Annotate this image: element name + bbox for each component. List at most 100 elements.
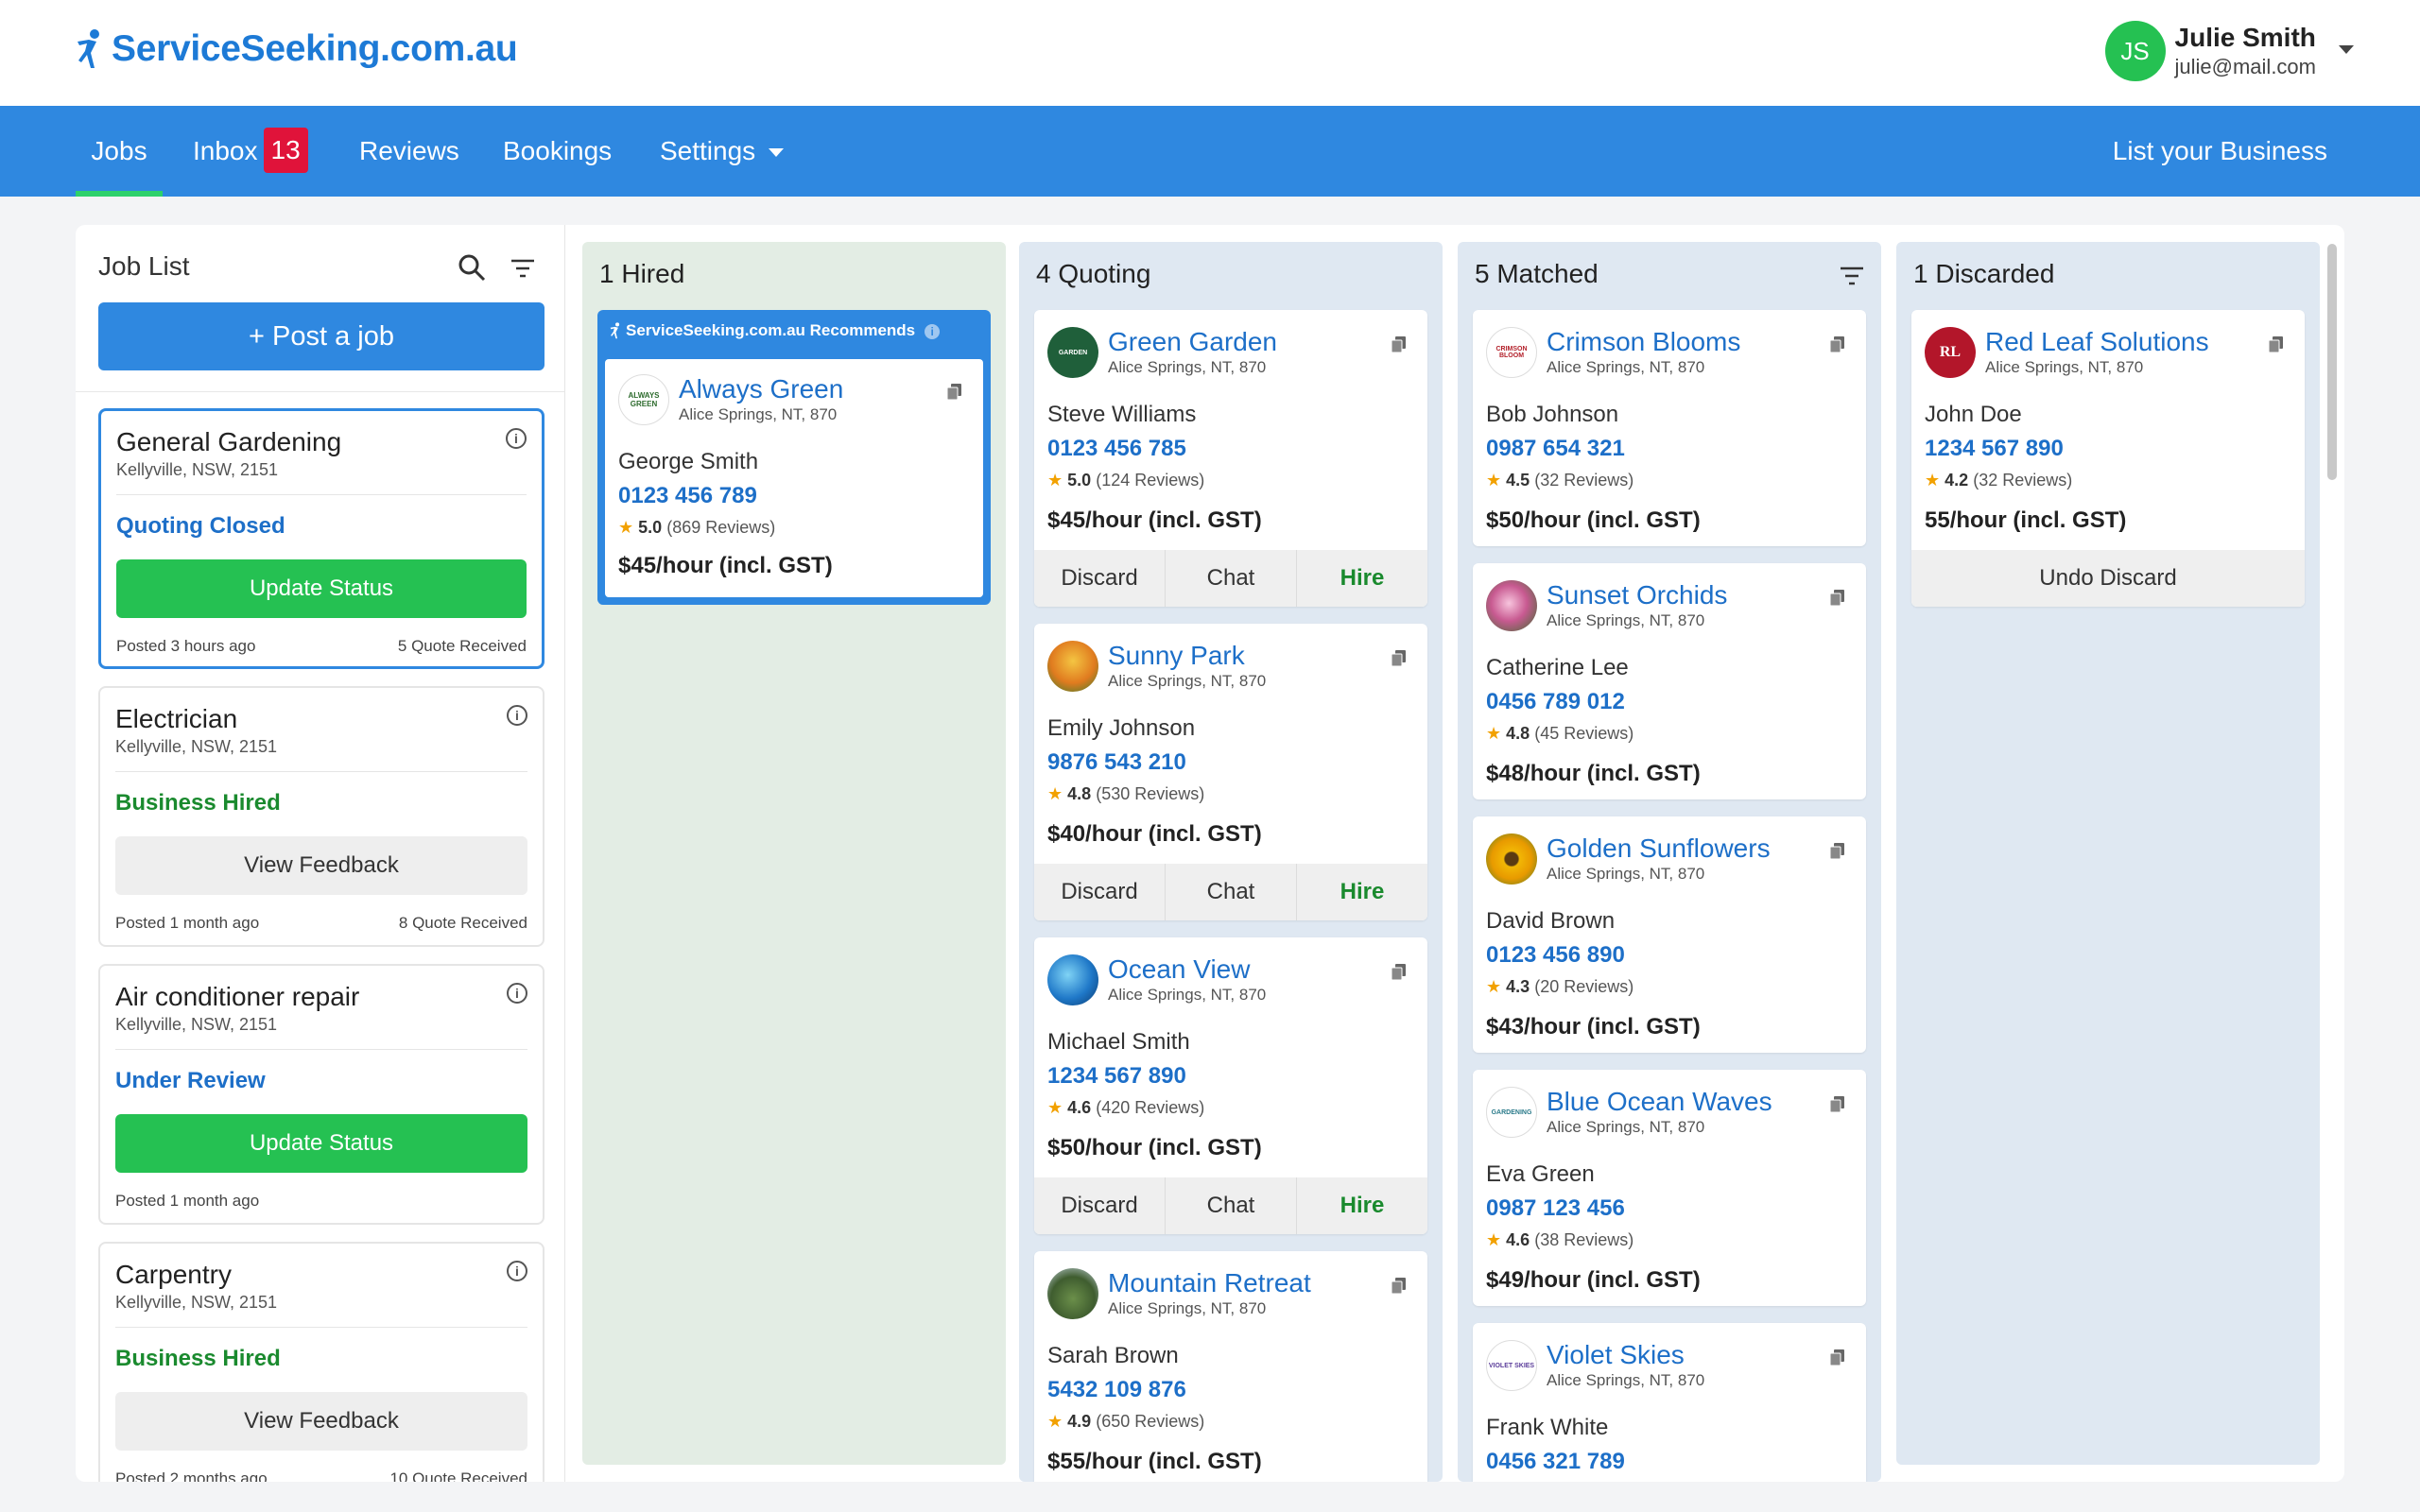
job-title: General Gardening — [116, 427, 342, 456]
business-card[interactable]: Golden Sunflowers Alice Springs, NT, 870… — [1473, 816, 1866, 1053]
hire-button[interactable]: Hire — [1297, 1177, 1427, 1234]
info-icon[interactable]: i — [925, 324, 941, 339]
business-name[interactable]: Mountain Retreat — [1108, 1268, 1311, 1298]
post-job-button[interactable]: + Post a job — [98, 302, 544, 370]
business-name[interactable]: Sunset Orchids — [1547, 580, 1727, 610]
business-name[interactable]: Violet Skies — [1547, 1340, 1704, 1370]
business-name[interactable]: Green Garden — [1108, 327, 1277, 357]
job-title: Carpentry — [115, 1260, 232, 1289]
business-location: Alice Springs, NT, 870 — [1547, 358, 1705, 376]
phone-number[interactable]: 0987 654 321 — [1486, 435, 1625, 463]
business-card[interactable]: GARDENING Blue Ocean Waves Alice Springs… — [1473, 1070, 1866, 1306]
copy-icon[interactable] — [1392, 964, 1407, 981]
nav-settings[interactable]: Settings — [660, 106, 785, 197]
vertical-scrollbar[interactable] — [2327, 244, 2337, 1482]
hire-button[interactable]: Hire — [1297, 550, 1427, 607]
phone-number[interactable]: 0123 456 785 — [1047, 435, 1186, 463]
discard-button[interactable]: Discard — [1034, 864, 1166, 920]
copy-icon[interactable] — [1392, 336, 1407, 353]
nav-inbox[interactable]: Inbox 13 — [193, 106, 308, 197]
chat-button[interactable]: Chat — [1166, 1177, 1297, 1234]
copy-icon[interactable] — [1830, 1349, 1845, 1366]
hire-button[interactable]: Hire — [1297, 864, 1427, 920]
chat-button[interactable]: Chat — [1166, 550, 1297, 607]
recommended-label: ServiceSeeking.com.au Recommends i — [626, 321, 941, 340]
business-card[interactable]: Sunset Orchids Alice Springs, NT, 870 Ca… — [1473, 563, 1866, 799]
business-location: Alice Springs, NT, 870 — [1108, 1299, 1267, 1317]
contact-name: Frank White — [1486, 1415, 1609, 1440]
chevron-down-icon[interactable] — [2339, 45, 2354, 54]
business-card[interactable]: GARDEN Green Garden Alice Springs, NT, 8… — [1034, 310, 1427, 607]
star-icon: ★ — [1486, 1230, 1502, 1249]
business-name[interactable]: Always Green — [679, 374, 843, 404]
copy-icon[interactable] — [1392, 650, 1407, 667]
copy-icon[interactable] — [1830, 590, 1845, 607]
update-status-button[interactable]: Update Status — [116, 559, 527, 618]
business-card[interactable]: Sunny Park Alice Springs, NT, 870 Emily … — [1034, 624, 1427, 920]
nav-jobs[interactable]: Jobs — [76, 106, 163, 197]
job-location: Kellyville, NSW, 2151 — [115, 1015, 278, 1034]
phone-number[interactable]: 0456 789 012 — [1486, 688, 1625, 716]
job-posted-time: Posted 1 month ago — [115, 1192, 260, 1210]
copy-icon[interactable] — [1830, 843, 1845, 860]
job-card[interactable]: Carpentry Kellyville, NSW, 2151 i Busine… — [98, 1242, 544, 1482]
business-name[interactable]: Blue Ocean Waves — [1547, 1087, 1772, 1117]
business-card[interactable]: CRIMSON BLOOM Crimson Blooms Alice Sprin… — [1473, 310, 1866, 546]
business-name[interactable]: Red Leaf Solutions — [1985, 327, 2209, 357]
phone-number[interactable]: 5432 109 876 — [1047, 1376, 1186, 1404]
search-icon[interactable] — [458, 253, 486, 282]
business-card[interactable]: Ocean View Alice Springs, NT, 870 Michae… — [1034, 937, 1427, 1234]
job-card[interactable]: General Gardening Kellyville, NSW, 2151 … — [98, 408, 544, 669]
list-business-link[interactable]: List your Business — [2113, 106, 2327, 197]
business-name[interactable]: Golden Sunflowers — [1547, 833, 1771, 864]
star-icon: ★ — [1047, 471, 1063, 490]
copy-icon[interactable] — [1830, 336, 1845, 353]
price: $50/hour (incl. GST) — [1047, 1135, 1262, 1160]
business-card[interactable]: Mountain Retreat Alice Springs, NT, 870 … — [1034, 1251, 1427, 1482]
user-menu[interactable]: JS Julie Smith julie@mail.com — [2104, 21, 2354, 81]
undo-discard-button[interactable]: Undo Discard — [1911, 550, 2305, 607]
filter-icon[interactable] — [1840, 266, 1864, 285]
nav-reviews[interactable]: Reviews — [359, 106, 459, 197]
phone-number[interactable]: 0123 456 789 — [618, 482, 757, 510]
chat-button[interactable]: Chat — [1166, 864, 1297, 920]
site-logo[interactable]: ServiceSeeking.com.au — [74, 28, 518, 70]
top-header: ServiceSeeking.com.au JS Julie Smith jul… — [0, 0, 2420, 106]
view-feedback-button[interactable]: View Feedback — [115, 1392, 527, 1451]
business-card[interactable]: VIOLET SKIES Violet Skies Alice Springs,… — [1473, 1323, 1866, 1482]
filter-icon[interactable] — [510, 259, 535, 278]
scrollbar-thumb[interactable] — [2327, 244, 2337, 480]
copy-icon[interactable] — [2269, 336, 2284, 353]
job-card[interactable]: Electrician Kellyville, NSW, 2151 i Busi… — [98, 686, 544, 947]
info-icon[interactable]: i — [506, 428, 527, 449]
phone-number[interactable]: 9876 543 210 — [1047, 748, 1186, 777]
contact-name: Steve Williams — [1047, 402, 1197, 427]
update-status-button[interactable]: Update Status — [115, 1114, 527, 1173]
business-card[interactable]: ALWAYS GREEN Always Green Alice Springs,… — [605, 359, 983, 597]
price: 55/hour (incl. GST) — [1925, 507, 2127, 533]
phone-number[interactable]: 0123 456 890 — [1486, 941, 1625, 970]
phone-number[interactable]: 1234 567 890 — [1925, 435, 2064, 463]
business-name[interactable]: Crimson Blooms — [1547, 327, 1740, 357]
discard-button[interactable]: Discard — [1034, 550, 1166, 607]
nav-bookings[interactable]: Bookings — [503, 106, 612, 197]
business-card[interactable]: RL Red Leaf Solutions Alice Springs, NT,… — [1911, 310, 2305, 607]
phone-number[interactable]: 1234 567 890 — [1047, 1062, 1186, 1091]
column-discarded: 1 Discarded RL Red Leaf Solutions Alice … — [1896, 242, 2320, 1465]
phone-number[interactable]: 0987 123 456 — [1486, 1194, 1625, 1223]
job-card[interactable]: Air conditioner repair Kellyville, NSW, … — [98, 964, 544, 1225]
business-name[interactable]: Sunny Park — [1108, 641, 1266, 671]
phone-number[interactable]: 0456 321 789 — [1486, 1448, 1625, 1476]
info-icon[interactable]: i — [507, 983, 527, 1004]
discard-button[interactable]: Discard — [1034, 1177, 1166, 1234]
business-name[interactable]: Ocean View — [1108, 954, 1266, 985]
business-logo — [1047, 1268, 1098, 1319]
review-count: (38 Reviews) — [1534, 1230, 1634, 1249]
info-icon[interactable]: i — [507, 705, 527, 726]
contact-name: Sarah Brown — [1047, 1343, 1179, 1368]
view-feedback-button[interactable]: View Feedback — [115, 836, 527, 895]
copy-icon[interactable] — [1392, 1278, 1407, 1295]
copy-icon[interactable] — [947, 384, 962, 401]
info-icon[interactable]: i — [507, 1261, 527, 1281]
copy-icon[interactable] — [1830, 1096, 1845, 1113]
